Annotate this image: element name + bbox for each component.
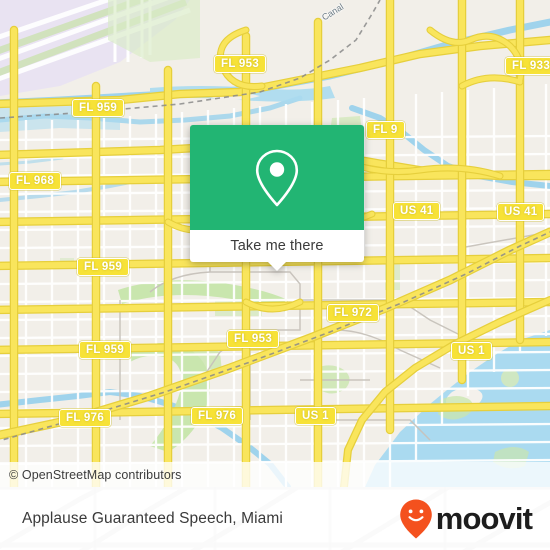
route-shield[interactable]: FL 959 bbox=[77, 258, 130, 276]
route-shield[interactable]: FL 976 bbox=[59, 409, 112, 427]
place-title-text: Applause Guaranteed Speech, Miami bbox=[22, 509, 283, 527]
take-me-there-label: Take me there bbox=[230, 238, 324, 254]
popup-pin-panel bbox=[190, 125, 364, 230]
route-shield[interactable]: US 1 bbox=[295, 407, 336, 425]
moovit-wordmark: moovit bbox=[435, 501, 533, 536]
map-pin-outline-icon bbox=[255, 149, 299, 206]
place-popup-card[interactable]: Take me there bbox=[190, 125, 364, 271]
route-shield[interactable]: FL 953 bbox=[227, 330, 280, 348]
route-shield[interactable]: US 41 bbox=[393, 202, 441, 220]
route-shield[interactable]: US 41 bbox=[497, 203, 545, 221]
moovit-brand-logo[interactable]: moovit bbox=[399, 487, 533, 550]
popup-pointer-tail bbox=[268, 262, 286, 271]
moovit-place-map-screenshot: FL 953 FL 933 FL 959 FL 9 FL 968 US 41 U… bbox=[0, 0, 550, 550]
route-shield[interactable]: FL 976 bbox=[191, 407, 244, 425]
footer-bar: Applause Guaranteed Speech, Miami moovit bbox=[0, 487, 550, 550]
route-shield[interactable]: FL 933 bbox=[505, 57, 550, 75]
route-shield[interactable]: FL 959 bbox=[79, 341, 132, 359]
route-shield[interactable]: FL 9 bbox=[366, 121, 405, 139]
route-shield[interactable]: FL 953 bbox=[214, 55, 267, 73]
route-shield[interactable]: FL 968 bbox=[9, 172, 62, 190]
osm-attribution-text[interactable]: © OpenStreetMap contributors bbox=[0, 468, 182, 482]
map-canvas[interactable]: FL 953 FL 933 FL 959 FL 9 FL 968 US 41 U… bbox=[0, 0, 550, 487]
route-shield[interactable]: FL 959 bbox=[72, 99, 125, 117]
moovit-smiley-pin-icon bbox=[399, 499, 432, 538]
map-attribution-bar: © OpenStreetMap contributors bbox=[0, 462, 550, 487]
take-me-there-button[interactable]: Take me there bbox=[190, 230, 364, 271]
place-title: Applause Guaranteed Speech, Miami bbox=[22, 487, 283, 550]
route-shield[interactable]: US 1 bbox=[451, 342, 492, 360]
route-shield[interactable]: FL 972 bbox=[327, 304, 380, 322]
